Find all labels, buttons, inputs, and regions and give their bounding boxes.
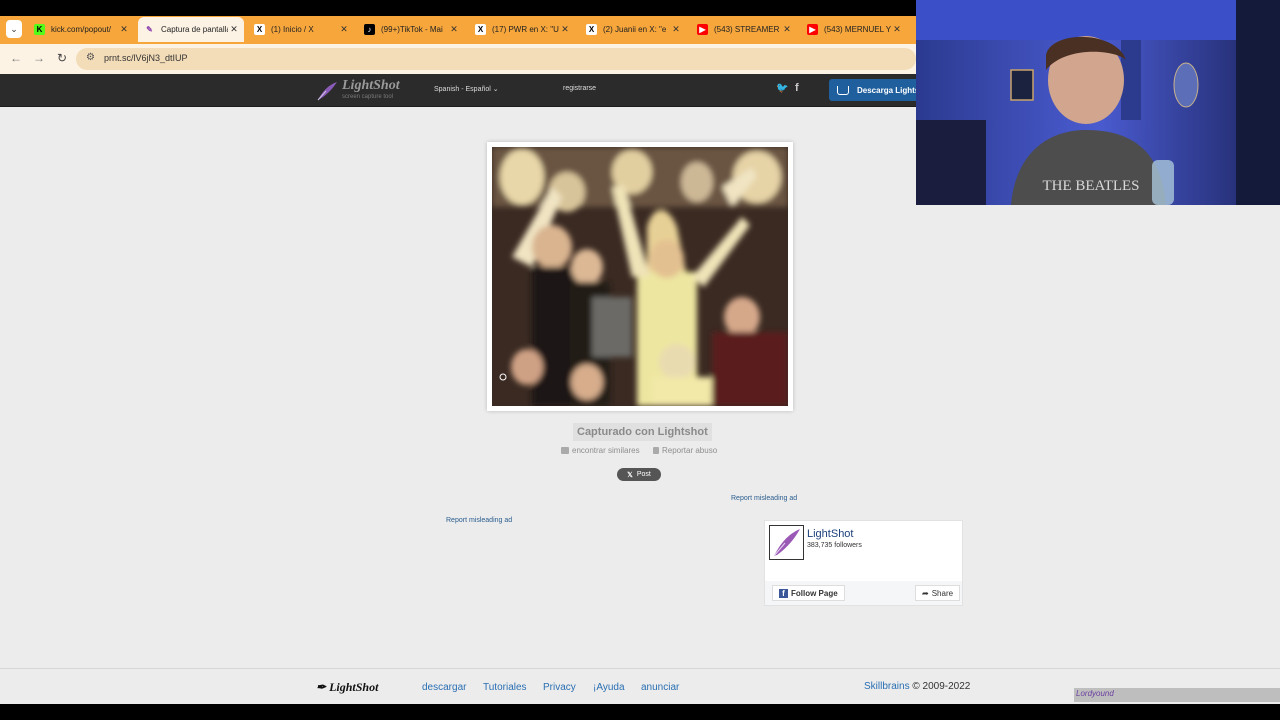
tab-x-pwr[interactable]: X (17) PWR en X: "U ✕	[469, 17, 575, 42]
close-tab-icon[interactable]: ✕	[891, 24, 903, 35]
tab-youtube-mernuel[interactable]: ▶ (543) MERNUEL Y ✕	[801, 17, 907, 42]
x-icon: X	[254, 24, 265, 35]
site-info-icon[interactable]: ⚙	[86, 52, 95, 63]
facebook-action-bar: f Follow Page ➦ Share	[765, 581, 962, 605]
shirt-print-text: THE BEATLES	[1042, 178, 1139, 194]
facebook-page-avatar[interactable]	[769, 525, 804, 560]
site-logo-subtitle: screen capture tool	[342, 94, 394, 100]
stream-watermark: Lordyound	[1074, 688, 1280, 702]
footer-link-tutorials[interactable]: Tutoriales	[483, 682, 527, 693]
address-bar[interactable]: ⚙ prnt.sc/lV6jN3_dtIUP	[76, 48, 916, 70]
report-misleading-ad-link[interactable]: Report misleading ad	[731, 495, 797, 502]
skillbrains-link[interactable]: Skillbrains	[864, 681, 910, 692]
footer-copyright: Skillbrains © 2009-2022	[864, 681, 971, 692]
youtube-icon: ▶	[697, 24, 708, 35]
find-similar-link[interactable]: encontrar similares	[561, 446, 640, 455]
close-tab-icon[interactable]: ✕	[228, 24, 240, 35]
report-abuse-link[interactable]: Reportar abuso	[653, 446, 717, 455]
close-tab-icon[interactable]: ✕	[781, 24, 793, 35]
facebook-page-name[interactable]: LightShot	[807, 528, 853, 540]
close-tab-icon[interactable]: ✕	[559, 24, 571, 35]
screenshot-image[interactable]	[492, 147, 788, 406]
facebook-page-widget: LightShot 383,735 followers f Follow Pag…	[764, 520, 963, 606]
footer-link-advertise[interactable]: anunciar	[641, 682, 679, 693]
twitter-icon[interactable]: 🐦	[776, 83, 788, 94]
screenshot-frame	[487, 142, 793, 411]
footer-link-help[interactable]: ¡Ayuda	[593, 682, 625, 693]
share-arrow-icon: ➦	[922, 588, 929, 598]
lightshot-feather-icon	[770, 526, 803, 559]
footer-logo[interactable]: ✒ LightShot	[316, 680, 378, 695]
x-icon: X	[586, 24, 597, 35]
facebook-icon: f	[779, 588, 788, 598]
footer-link-download[interactable]: descargar	[422, 682, 466, 693]
site-logo[interactable]: LightShot	[342, 78, 400, 94]
facebook-icon[interactable]: f	[795, 82, 799, 94]
lightshot-pen-icon: ✎	[146, 25, 153, 34]
screen: ⌄ K kick.com/popout/ ✕ ✎ Captura de pant…	[0, 0, 1280, 720]
close-tab-icon[interactable]: ✕	[118, 24, 130, 35]
close-tab-icon[interactable]: ✕	[670, 24, 682, 35]
close-tab-icon[interactable]: ✕	[448, 24, 460, 35]
report-misleading-ad-link[interactable]: Report misleading ad	[446, 517, 512, 524]
camera-icon	[561, 447, 569, 454]
x-post-button[interactable]: 𝕏 Post	[617, 468, 661, 481]
share-button[interactable]: ➦ Share	[915, 585, 961, 601]
language-selector[interactable]: Spanish - Español ⌄	[434, 85, 499, 93]
tab-youtube-streamer[interactable]: ▶ (543) STREAMER ✕	[691, 17, 797, 42]
bottom-black-bar	[0, 704, 1280, 720]
reload-icon[interactable]: ↻	[57, 51, 67, 65]
facebook-followers-count: 383,735 followers	[807, 542, 862, 549]
flag-icon	[653, 447, 659, 454]
x-icon: X	[475, 24, 486, 35]
tab-lightshot[interactable]: ✎ Captura de pantalla ✕	[138, 17, 244, 42]
tab-search-chevron-icon[interactable]: ⌄	[6, 20, 22, 38]
lightshot-feather-icon	[317, 82, 337, 101]
footer-link-privacy[interactable]: Privacy	[543, 682, 576, 693]
tiktok-icon: ♪	[364, 24, 375, 35]
tab-kick[interactable]: K kick.com/popout/ ✕	[28, 17, 134, 42]
kick-icon: K	[34, 24, 45, 35]
forward-arrow-icon[interactable]: →	[33, 51, 45, 65]
register-link[interactable]: registrarse	[563, 85, 596, 92]
youtube-icon: ▶	[807, 24, 818, 35]
webcam-overlay: THE BEATLES	[916, 0, 1280, 205]
close-tab-icon[interactable]: ✕	[338, 24, 350, 35]
tab-tiktok[interactable]: ♪ (99+)TikTok - Mai ✕	[358, 17, 464, 42]
url-text: prnt.sc/lV6jN3_dtIUP	[104, 53, 188, 63]
download-tray-icon	[837, 85, 849, 95]
captured-with-label: Capturado con Lightshot	[573, 423, 712, 441]
x-icon: 𝕏	[627, 471, 633, 479]
back-arrow-icon[interactable]: ←	[10, 51, 22, 65]
follow-page-button[interactable]: f Follow Page	[772, 585, 845, 601]
tab-x-inicio[interactable]: X (1) Inicio / X ✕	[248, 17, 354, 42]
tab-x-juanii[interactable]: X (2) Juanii en X: "e ✕	[580, 17, 686, 42]
